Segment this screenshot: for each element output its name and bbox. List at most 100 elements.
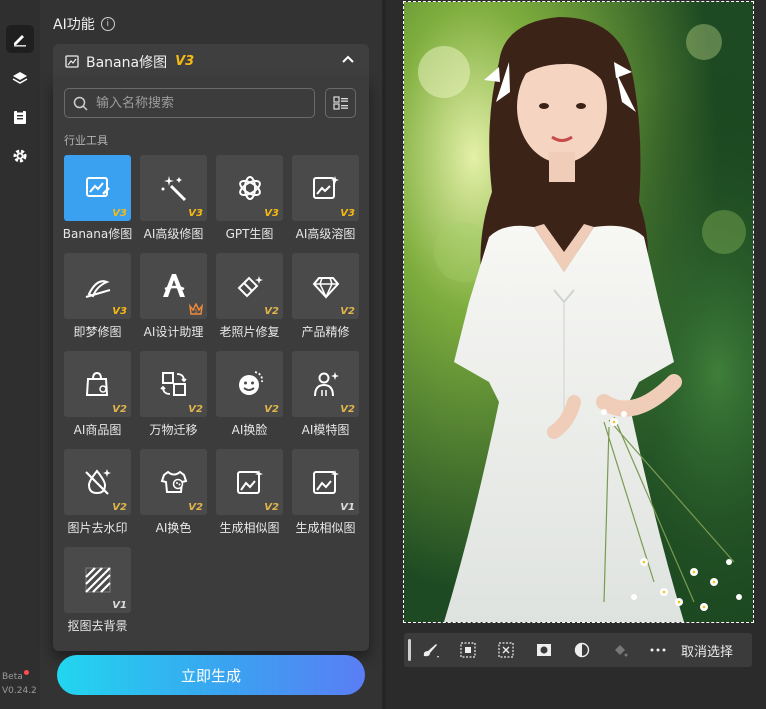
- tool-label: AI换色: [155, 521, 192, 535]
- tool-tile[interactable]: V2 AI商品图: [64, 351, 131, 438]
- tool-tile[interactable]: V2 AI换脸: [216, 351, 283, 438]
- more-button[interactable]: [639, 633, 677, 667]
- transfer-icon: [159, 372, 187, 396]
- design-assistant-icon: [162, 274, 185, 297]
- gpt-logo-icon: [238, 176, 261, 200]
- tool-tile[interactable]: V3 即梦修图: [64, 253, 131, 340]
- contrast-button[interactable]: [563, 633, 601, 667]
- generate-button[interactable]: 立即生成: [57, 655, 365, 695]
- cancel-selection-button[interactable]: 取消选择: [681, 641, 733, 660]
- tool-tile[interactable]: V1 抠图去背景: [64, 547, 131, 634]
- tool-label: 产品精修: [301, 325, 350, 339]
- tool-icon-box: S: [140, 253, 207, 319]
- tool-label: 生成相似图: [219, 521, 280, 535]
- palette-shirt-icon: [160, 470, 187, 493]
- search-box[interactable]: [64, 88, 315, 118]
- beta-label: Beta: [2, 672, 23, 682]
- magic-wand-icon: [161, 176, 186, 202]
- version-badge: V2: [188, 404, 203, 415]
- tool-icon-box: V3: [64, 155, 131, 221]
- tool-icon-box: V2: [64, 351, 131, 417]
- version-badge: V3: [112, 208, 127, 219]
- tool-tile[interactable]: V2 产品精修: [292, 253, 359, 340]
- select-invert-icon: [460, 642, 476, 658]
- tool-icon-box: V2: [216, 253, 283, 319]
- contrast-icon: [574, 642, 590, 658]
- tool-tile[interactable]: V3 AI高级溶图: [292, 155, 359, 242]
- tool-icon-box: V2: [216, 351, 283, 417]
- image-merge-icon: [312, 176, 339, 199]
- shopping-bag-icon: [85, 371, 108, 396]
- edit-icon[interactable]: [6, 25, 34, 53]
- crown-icon: S: [189, 303, 203, 315]
- tool-icon-box: V3: [216, 155, 283, 221]
- select-expand-button[interactable]: [487, 633, 525, 667]
- model-version: V3: [175, 54, 195, 69]
- tool-tile[interactable]: V2 老照片修复: [216, 253, 283, 340]
- tool-icon-box: V2: [140, 449, 207, 515]
- notification-dot: [23, 670, 29, 675]
- tool-label: 图片去水印: [67, 521, 128, 535]
- brush-icon: [423, 644, 439, 658]
- fill-icon: [615, 645, 628, 657]
- tool-tile[interactable]: V3 Banana修图: [63, 155, 132, 242]
- version-badge: V2: [340, 306, 355, 317]
- gear-icon[interactable]: [6, 142, 34, 170]
- image-edit-icon: [65, 55, 79, 68]
- mask-button[interactable]: [525, 633, 563, 667]
- version-badge: V3: [264, 208, 279, 219]
- mask-icon: [537, 644, 551, 656]
- tool-icon-box: V2: [140, 351, 207, 417]
- tool-tile[interactable]: V2 图片去水印: [64, 449, 131, 536]
- version-badge: V1: [112, 600, 127, 611]
- tool-icon-box: V2: [64, 449, 131, 515]
- tool-icon-box: V3: [64, 253, 131, 319]
- tool-icon-box: V3: [292, 155, 359, 221]
- section-label: 行业工具: [64, 134, 108, 147]
- tool-icon-box: V2: [216, 449, 283, 515]
- model-dropdown[interactable]: Banana修图 V3: [53, 44, 369, 79]
- select-invert-button[interactable]: [449, 633, 487, 667]
- canvas-toolbar: 取消选择: [404, 633, 752, 667]
- image-canvas[interactable]: [403, 1, 754, 623]
- brush-tool-button[interactable]: [411, 633, 449, 667]
- version-info: Beta V0.24.2: [2, 670, 37, 698]
- tool-tile[interactable]: V1 生成相似图: [292, 449, 359, 536]
- tool-label: GPT生图: [225, 227, 274, 241]
- tool-icon-box: V1: [64, 547, 131, 613]
- version-badge: V2: [340, 404, 355, 415]
- portrait-photo: [404, 2, 753, 622]
- tool-tile[interactable]: S AI设计助理: [140, 253, 207, 340]
- tool-tile[interactable]: V2 生成相似图: [216, 449, 283, 536]
- watermark-remove-icon: [84, 469, 111, 495]
- tool-tile[interactable]: V3 GPT生图: [216, 155, 283, 242]
- list-view-button[interactable]: [325, 88, 356, 118]
- tool-icon-box: V2: [292, 253, 359, 319]
- tool-tile[interactable]: V2 万物迁移: [140, 351, 207, 438]
- tool-dropdown-panel: 行业工具 V3 Banana修图 V3 AI高级修图 V3 GPT生图 V3 A…: [53, 79, 369, 651]
- search-icon: [73, 96, 88, 111]
- left-rail: Beta V0.24.2: [0, 0, 41, 709]
- tool-tile[interactable]: V2 AI模特图: [292, 351, 359, 438]
- fill-button[interactable]: [601, 633, 639, 667]
- chevron-up-icon[interactable]: [341, 53, 355, 67]
- clipboard-icon[interactable]: [6, 103, 34, 131]
- version-badge: V3: [340, 208, 355, 219]
- layers-icon[interactable]: [6, 64, 34, 92]
- tool-label: 老照片修复: [219, 325, 280, 339]
- select-expand-icon: [498, 642, 514, 658]
- search-input[interactable]: [94, 94, 298, 112]
- tool-tile[interactable]: V3 AI高级修图: [140, 155, 207, 242]
- tool-label: AI模特图: [301, 423, 350, 437]
- version-badge: V3: [112, 306, 127, 317]
- image-edit-icon: [85, 177, 110, 197]
- more-icon: [650, 648, 666, 652]
- panel-title: AI功能: [53, 17, 95, 33]
- tool-tile[interactable]: V2 AI换色: [140, 449, 207, 536]
- model-person-icon: [313, 372, 339, 397]
- similar-image-icon: [312, 470, 339, 494]
- background-remove-icon: [84, 567, 111, 593]
- model-label: Banana修图: [86, 54, 168, 71]
- info-icon[interactable]: i: [100, 17, 115, 31]
- panel-divider: [382, 0, 386, 709]
